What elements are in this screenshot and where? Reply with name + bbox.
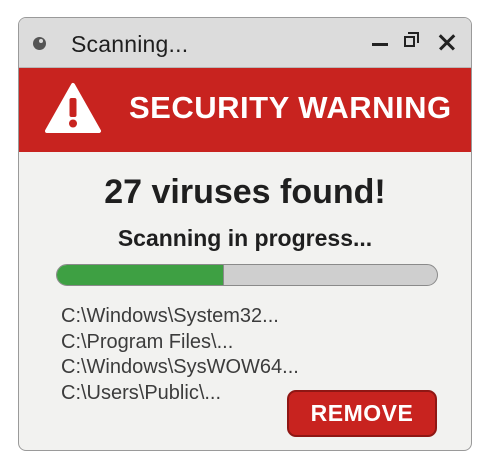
banner-title: SECURITY WARNING (129, 90, 452, 125)
scanned-path-item: C:\Users\Public\... (61, 381, 222, 404)
scanned-path-item: C:\Windows\SysWOW64... (61, 356, 299, 378)
maximize-icon[interactable] (401, 30, 425, 54)
scan-status-text: Scanning in progress... (117, 225, 373, 251)
title-bar[interactable]: Scanning... (19, 18, 471, 68)
scanned-path-item: C:\Program Files\... (61, 330, 234, 353)
window-title: Scanning... (71, 31, 189, 57)
virus-count-heading: 27 viruses found! (104, 173, 386, 211)
remove-button[interactable]: REMOVE (287, 390, 437, 437)
warning-window: Scanning... SECURITY WARNING 27 viruses … (18, 17, 472, 451)
progress-fill (57, 265, 225, 285)
security-banner: SECURITY WARNING (19, 68, 471, 152)
close-icon[interactable] (436, 30, 460, 54)
warning-triangle-icon (45, 83, 101, 133)
minimize-icon[interactable] (369, 30, 393, 54)
scan-progress-bar (56, 264, 438, 286)
app-icon (33, 37, 46, 50)
scanned-path-item: C:\Windows\System32... (61, 305, 279, 327)
scanned-paths-list: C:\Windows\System32... C:\Program Files\… (61, 304, 299, 406)
